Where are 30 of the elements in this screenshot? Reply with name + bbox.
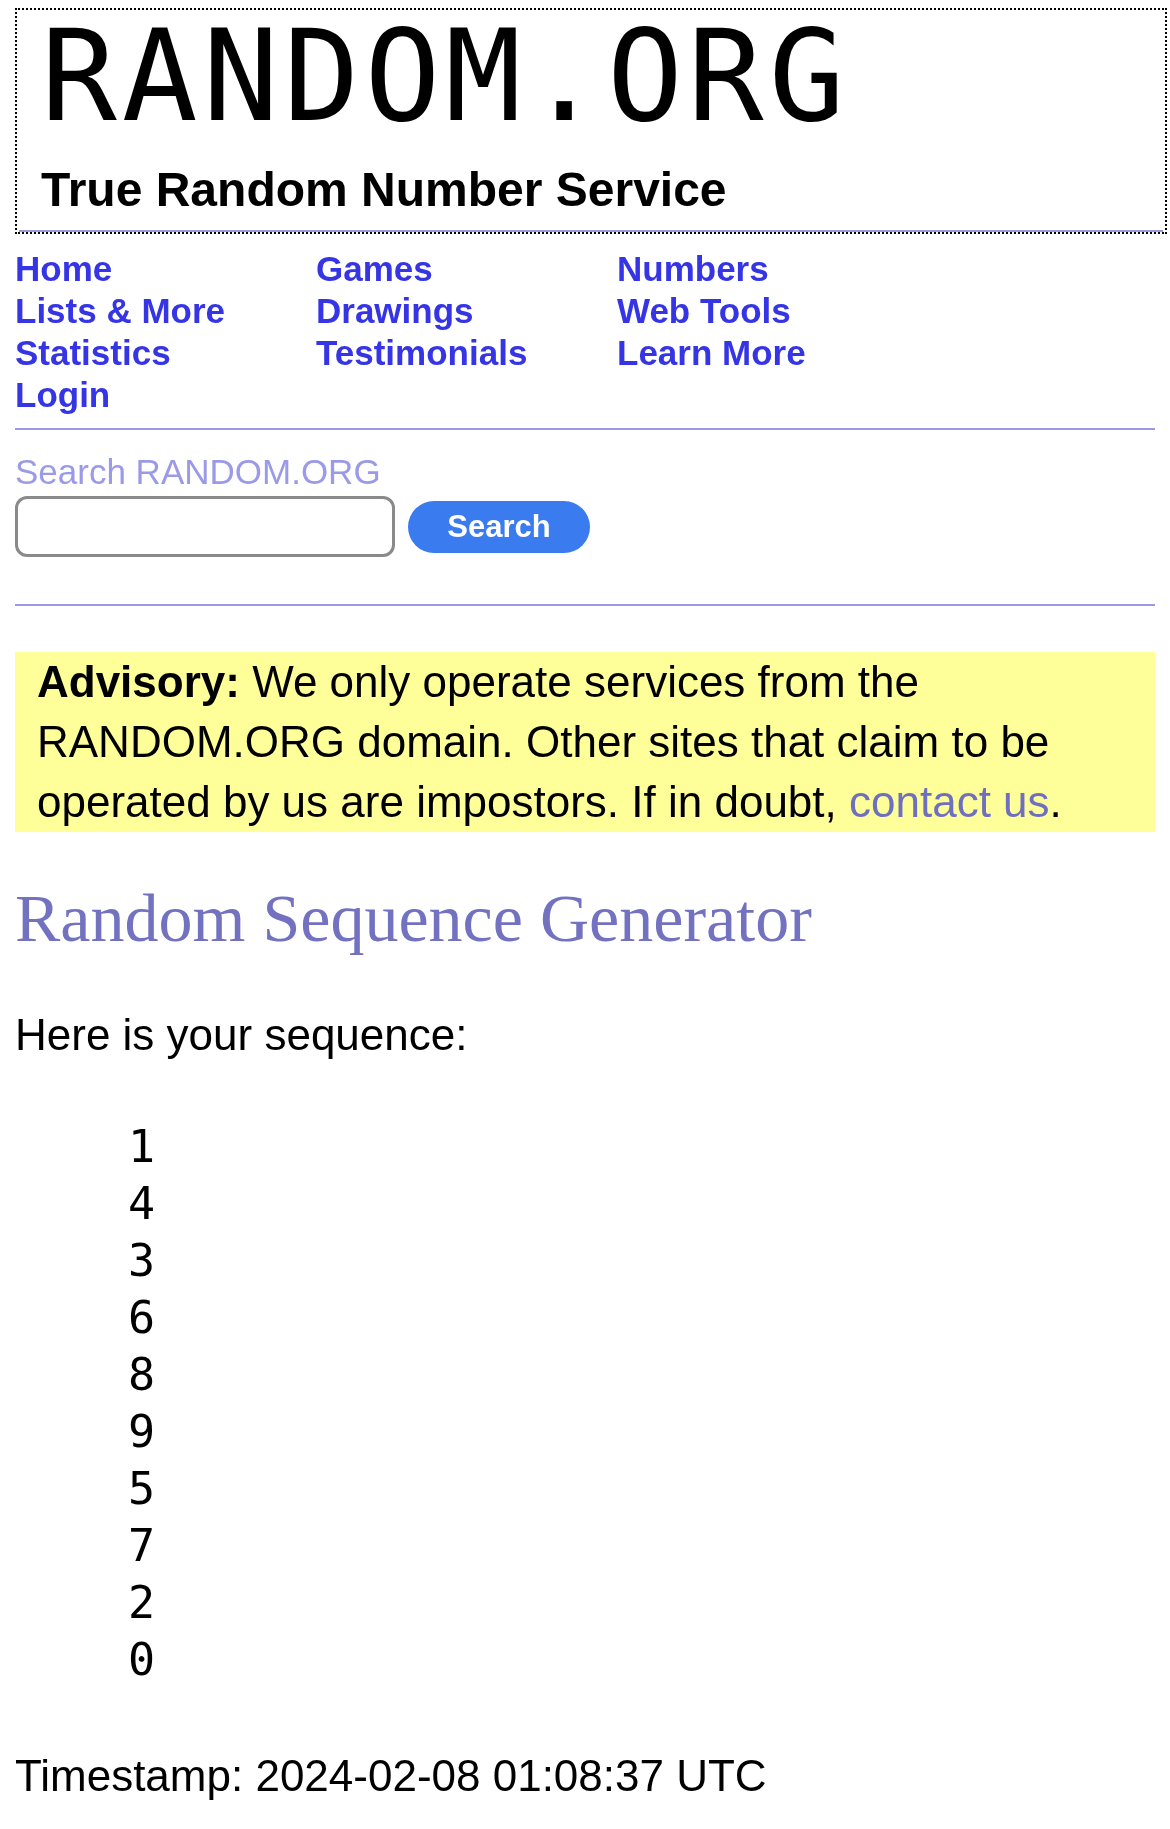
contact-link[interactable]: contact us: [849, 777, 1050, 826]
advisory-text: Advisory: We only operate services from the RANDOM.ORG domain. Other sites that claim to be operated by us are impostors. If in doubt, contact us.: [37, 656, 1063, 828]
nav-link[interactable]: Lists & More: [15, 290, 226, 332]
nav-link[interactable]: Numbers: [617, 248, 769, 290]
nav-link[interactable]: Testimonials: [316, 332, 528, 374]
search-label: Search RANDOM.ORG: [15, 452, 381, 491]
sequence-number: 2: [128, 1575, 156, 1631]
logo[interactable]: RANDOM.ORG: [41, 14, 850, 140]
sequence-number: 1: [128, 1119, 156, 1175]
sequence-number: 0: [128, 1632, 156, 1688]
sequence-number: 9: [128, 1404, 156, 1460]
nav-link[interactable]: Login: [15, 374, 111, 416]
nav-link[interactable]: Home: [15, 248, 113, 290]
nav-link[interactable]: Web Tools: [617, 290, 791, 332]
sequence-number: 7: [128, 1518, 156, 1574]
nav-link[interactable]: Learn More: [617, 332, 806, 374]
sequence-number: 8: [128, 1347, 156, 1403]
sequence-number: 6: [128, 1290, 156, 1346]
intro-text: Here is your sequence:: [15, 1011, 468, 1059]
page-heading: Random Sequence Generator: [15, 880, 812, 956]
search-input[interactable]: [15, 496, 395, 557]
nav-link[interactable]: Drawings: [316, 290, 474, 332]
tagline: True Random Number Service: [41, 163, 727, 216]
sequence-number: 3: [128, 1233, 156, 1289]
search-button[interactable]: Search: [408, 500, 590, 553]
nav-link[interactable]: Statistics: [15, 332, 171, 374]
sequence-number: 5: [128, 1461, 156, 1517]
nav-link[interactable]: Games: [316, 248, 433, 290]
sequence-number: 4: [128, 1176, 156, 1232]
timestamp: Timestamp: 2024-02-08 01:08:37 UTC: [15, 1752, 767, 1800]
